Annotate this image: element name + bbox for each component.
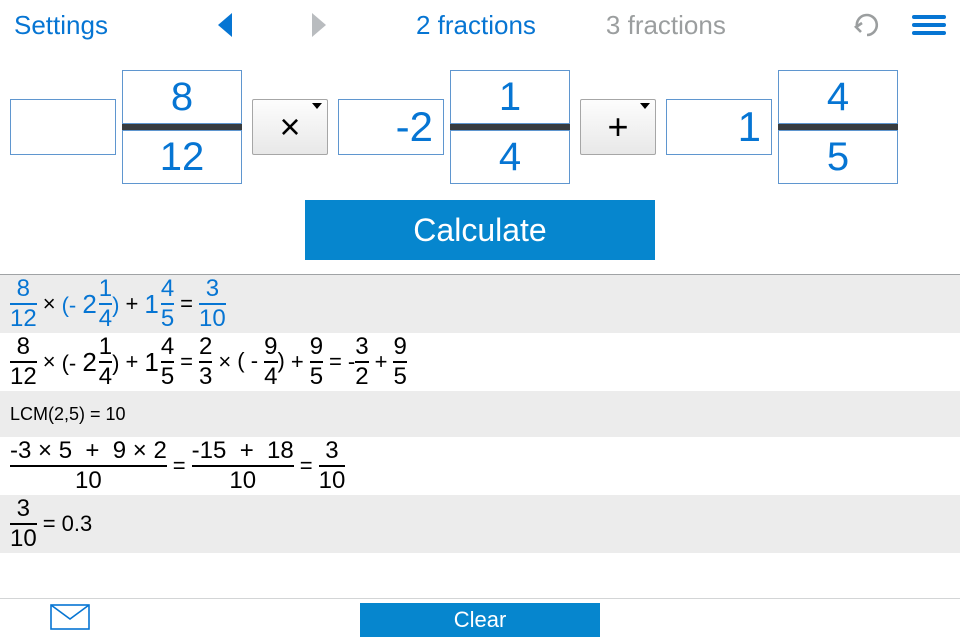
prev-arrow-icon[interactable]	[218, 13, 232, 37]
result-line-4: -3 × 5 + 9 × 210 = -15 + 1810 = 310	[0, 437, 960, 495]
fraction-1-whole[interactable]	[10, 99, 116, 155]
bottom-bar: Clear	[0, 598, 960, 640]
next-arrow-icon	[312, 13, 326, 37]
nav-arrows	[218, 13, 326, 37]
undo-icon[interactable]	[852, 13, 882, 37]
settings-link[interactable]: Settings	[14, 10, 108, 41]
result-line-5: 310 = 0.3	[0, 495, 960, 553]
fraction-input-row: 8 12 × -2 1 4 + 1 4 5	[0, 50, 960, 194]
fraction-2-denominator[interactable]: 4	[450, 130, 570, 184]
fraction-3-whole[interactable]: 1	[666, 99, 772, 155]
fraction-1: 8 12	[10, 70, 242, 184]
operator-2-value: +	[607, 106, 628, 148]
chevron-down-icon	[312, 103, 322, 109]
clear-button[interactable]: Clear	[360, 603, 600, 637]
result-line-3: LCM(2,5) = 10	[0, 391, 960, 437]
mail-icon[interactable]	[50, 604, 90, 635]
fraction-3: 1 4 5	[666, 70, 898, 184]
calculate-button[interactable]: Calculate	[305, 200, 655, 260]
fraction-3-denominator[interactable]: 5	[778, 130, 898, 184]
tab-3-fractions[interactable]: 3 fractions	[606, 10, 726, 41]
fraction-1-denominator[interactable]: 12	[122, 130, 242, 184]
tab-2-fractions[interactable]: 2 fractions	[416, 10, 536, 41]
result-line-2: 812 × (- 214) + 145 = 23 × ( - 94) + 95 …	[0, 333, 960, 391]
top-bar: Settings 2 fractions 3 fractions	[0, 0, 960, 50]
fraction-3-numerator[interactable]: 4	[778, 70, 898, 124]
chevron-down-icon	[640, 103, 650, 109]
operator-1-select[interactable]: ×	[252, 99, 328, 155]
operator-1-value: ×	[279, 106, 300, 148]
fraction-2-numerator[interactable]: 1	[450, 70, 570, 124]
result-line-1: 812 × (- 214) + 145 = 310	[0, 275, 960, 333]
fraction-2: -2 1 4	[338, 70, 570, 184]
operator-2-select[interactable]: +	[580, 99, 656, 155]
results-panel: 812 × (- 214) + 145 = 310 812 × (- 214) …	[0, 274, 960, 553]
menu-icon[interactable]	[912, 15, 946, 35]
fraction-1-numerator[interactable]: 8	[122, 70, 242, 124]
mode-tabs: 2 fractions 3 fractions	[416, 10, 726, 41]
fraction-2-whole[interactable]: -2	[338, 99, 444, 155]
